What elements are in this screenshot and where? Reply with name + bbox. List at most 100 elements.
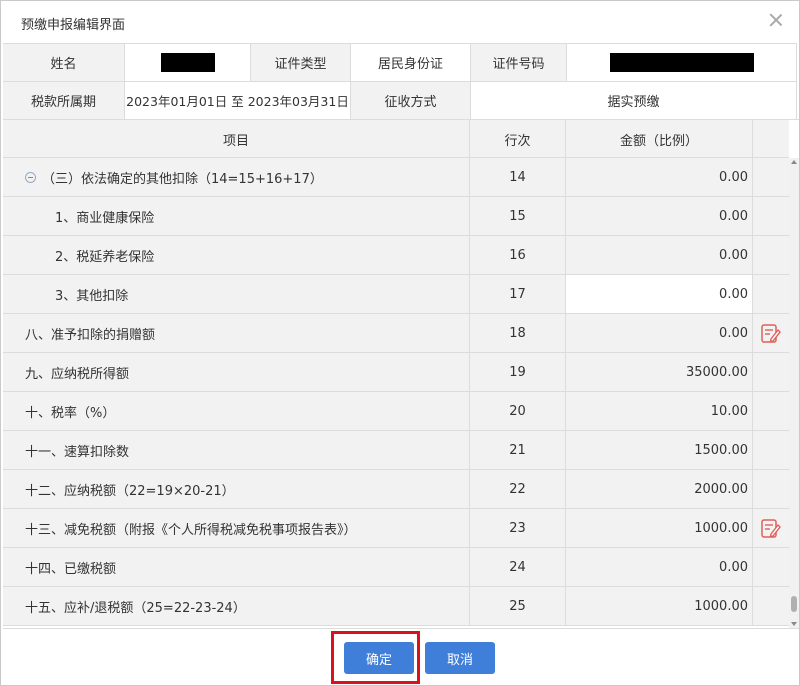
id-type-value: 居民身份证 — [351, 44, 471, 82]
name-redacted — [160, 53, 215, 72]
row-item: 1、商业健康保险 — [3, 197, 470, 235]
table-row: 十二、应纳税额（22=19×20-21） 22 2000.00 — [3, 470, 789, 509]
row-item: 十、税率（%） — [3, 392, 470, 430]
row-action — [753, 275, 789, 313]
row-line-number: 14 — [470, 158, 566, 196]
id-number-label: 证件号码 — [471, 44, 567, 82]
row-amount: 1500.00 — [566, 431, 753, 469]
row-item-label: 十二、应纳税额（22=19×20-21） — [25, 483, 235, 499]
vertical-scrollbar[interactable] — [789, 158, 799, 628]
row-item-label: 十一、速算扣除数 — [25, 444, 130, 460]
table-row: 八、准予扣除的捐赠额 18 0.00 — [3, 314, 789, 353]
row-item: 十五、应补/退税额（25=22-23-24） — [3, 587, 470, 625]
row-amount: 0.00 — [566, 236, 753, 274]
row-line-number: 25 — [470, 587, 566, 625]
scroll-thumb[interactable] — [791, 596, 797, 612]
row-item: 十一、速算扣除数 — [3, 431, 470, 469]
id-type-label: 证件类型 — [251, 44, 351, 82]
close-icon[interactable] — [767, 11, 785, 29]
row-action — [753, 392, 789, 430]
table-row: 十一、速算扣除数 21 1500.00 — [3, 431, 789, 470]
declaration-table: 项目 行次 金额（比例） （三）依法确定的其他扣除（14=15+16+17） 14… — [3, 119, 799, 628]
cancel-button[interactable]: 取消 — [425, 642, 495, 674]
name-value — [125, 44, 251, 82]
tax-prepayment-edit-dialog: 预缴申报编辑界面 姓名 证件类型 居民身份证 证件号码 税款所属期 2023年0… — [0, 0, 800, 686]
header-action — [753, 120, 789, 158]
collapse-icon[interactable] — [25, 171, 36, 183]
row-action — [753, 236, 789, 274]
row-amount: 10.00 — [566, 392, 753, 430]
dialog-title: 预缴申报编辑界面 — [21, 18, 126, 33]
row-item: 2、税延养老保险 — [3, 236, 470, 274]
id-number-redacted — [609, 53, 754, 72]
row-line-number: 15 — [470, 197, 566, 235]
row-item-label: 2、税延养老保险 — [55, 249, 155, 265]
row-amount: 2000.00 — [566, 470, 753, 508]
row-amount-input[interactable]: 0.00 — [566, 275, 753, 313]
edit-icon[interactable] — [760, 517, 782, 539]
row-amount: 0.00 — [566, 197, 753, 235]
collection-method-value: 据实预缴 — [471, 82, 797, 120]
table-row: 十四、已缴税额 24 0.00 — [3, 548, 789, 587]
row-amount: 35000.00 — [566, 353, 753, 391]
row-line-number: 19 — [470, 353, 566, 391]
row-amount: 0.00 — [566, 548, 753, 586]
row-line-number: 18 — [470, 314, 566, 352]
row-item-label: 3、其他扣除 — [55, 288, 129, 304]
table-header: 项目 行次 金额（比例） — [3, 120, 789, 158]
table-row: 3、其他扣除 17 0.00 — [3, 275, 789, 314]
row-item: 十四、已缴税额 — [3, 548, 470, 586]
row-line-number: 20 — [470, 392, 566, 430]
edit-icon[interactable] — [760, 322, 782, 344]
row-line-number: 22 — [470, 470, 566, 508]
row-action — [753, 470, 789, 508]
dialog-titlebar: 预缴申报编辑界面 — [1, 1, 799, 43]
table-row: （三）依法确定的其他扣除（14=15+16+17） 14 0.00 — [3, 158, 789, 197]
row-action — [753, 353, 789, 391]
row-item: 十二、应纳税额（22=19×20-21） — [3, 470, 470, 508]
collection-method-label: 征收方式 — [351, 82, 471, 120]
row-line-number: 23 — [470, 509, 566, 547]
table-row: 1、商业健康保险 15 0.00 — [3, 197, 789, 236]
table-row: 九、应纳税所得额 19 35000.00 — [3, 353, 789, 392]
row-action — [753, 587, 789, 625]
row-item-label: （三）依法确定的其他扣除（14=15+16+17） — [42, 171, 323, 187]
header-item: 项目 — [3, 120, 470, 158]
period-value: 2023年01月01日 至 2023年03月31日 — [125, 82, 351, 120]
row-line-number: 21 — [470, 431, 566, 469]
taxpayer-info-grid: 姓名 证件类型 居民身份证 证件号码 税款所属期 2023年01月01日 至 2… — [3, 43, 797, 120]
row-item-label: 十、税率（%） — [25, 405, 116, 421]
row-action — [753, 197, 789, 235]
row-amount: 1000.00 — [566, 509, 753, 547]
row-amount: 0.00 — [566, 158, 753, 196]
header-amount: 金额（比例） — [566, 120, 753, 158]
table-row: 十、税率（%） 20 10.00 — [3, 392, 789, 431]
row-action — [753, 509, 789, 547]
row-amount: 0.00 — [566, 314, 753, 352]
confirm-highlight-box — [331, 631, 420, 684]
name-label: 姓名 — [3, 44, 125, 82]
row-line-number: 16 — [470, 236, 566, 274]
scroll-up-icon[interactable] — [791, 160, 797, 164]
id-number-value — [567, 44, 797, 82]
row-item: 十三、减免税额（附报《个人所得税减免税事项报告表》） — [3, 509, 470, 547]
row-item-label: 八、准予扣除的捐赠额 — [25, 327, 156, 343]
row-action — [753, 431, 789, 469]
row-item-label: 1、商业健康保险 — [55, 210, 155, 226]
row-item-label: 十五、应补/退税额（25=22-23-24） — [25, 600, 246, 616]
row-item-label: 九、应纳税所得额 — [25, 366, 130, 382]
table-row: 十三、减免税额（附报《个人所得税减免税事项报告表》） 23 1000.00 — [3, 509, 789, 548]
scroll-down-icon[interactable] — [791, 622, 797, 626]
row-item: （三）依法确定的其他扣除（14=15+16+17） — [3, 158, 470, 196]
table-row: 2、税延养老保险 16 0.00 — [3, 236, 789, 275]
row-action — [753, 314, 789, 352]
row-item-label: 十三、减免税额（附报《个人所得税减免税事项报告表》） — [25, 522, 357, 538]
period-label: 税款所属期 — [3, 82, 125, 120]
row-action — [753, 158, 789, 196]
row-item: 3、其他扣除 — [3, 275, 470, 313]
row-item-label: 十四、已缴税额 — [25, 561, 117, 577]
header-line: 行次 — [470, 120, 566, 158]
row-line-number: 24 — [470, 548, 566, 586]
row-item: 九、应纳税所得额 — [3, 353, 470, 391]
table-row: 十五、应补/退税额（25=22-23-24） 25 1000.00 — [3, 587, 789, 626]
